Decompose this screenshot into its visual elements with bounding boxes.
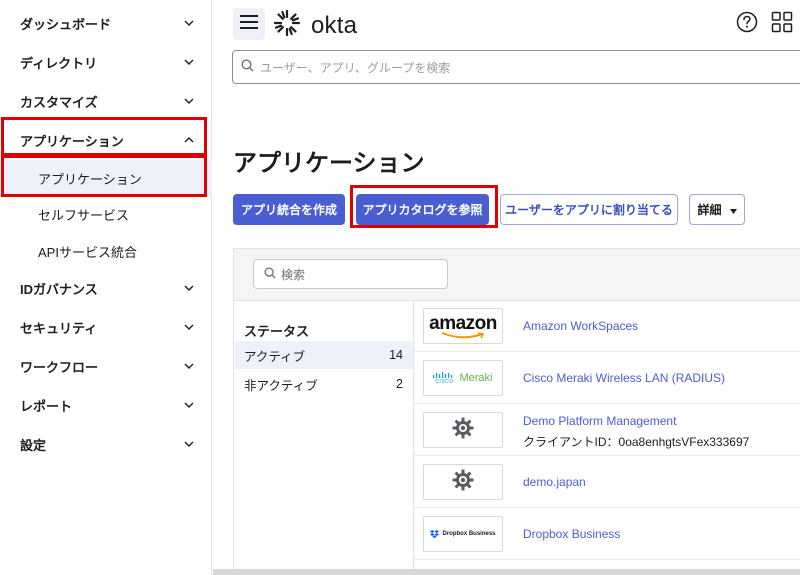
apps-grid-icon	[771, 11, 793, 38]
nav-label: ディレクトリ	[20, 55, 98, 71]
app-name-link[interactable]: Demo Platform Management	[523, 414, 676, 428]
button-label: アプリ統合を作成	[240, 203, 337, 217]
menu-icon	[240, 14, 258, 34]
chevron-up-icon	[184, 135, 194, 145]
filter-heading: ステータス	[244, 324, 310, 339]
app-search-input[interactable]: 検索	[253, 259, 448, 289]
nav-item-customize[interactable]: カスタマイズ	[0, 82, 212, 120]
okta-sunburst-icon	[273, 9, 301, 42]
subnav-label: APIサービス統合	[38, 244, 137, 260]
nav-label: ダッシュボード	[20, 16, 112, 32]
global-search-input[interactable]: ユーザー、アプリ、グループを検索	[232, 50, 800, 84]
dropbox-wordmark: Dropbox Business	[442, 531, 496, 537]
brand-name: okta	[311, 11, 358, 39]
dropbox-icon	[430, 530, 440, 538]
nav-label: 設定	[20, 437, 47, 453]
more-dropdown-button[interactable]: 詳細	[689, 194, 745, 225]
dropbox-business-logo[interactable]: Dropbox Business	[423, 516, 503, 552]
filter-label: 非アクティブ	[244, 378, 318, 393]
nav-label: アプリケーション	[20, 133, 124, 149]
nav-item-workflow[interactable]: ワークフロー	[0, 347, 212, 385]
apps-grid-button[interactable]	[770, 11, 794, 38]
subnav-item-applications[interactable]: アプリケーション	[0, 160, 212, 196]
filter-count: 2	[396, 377, 403, 391]
button-label: アプリカタログを参照	[362, 203, 483, 217]
chevron-down-icon	[184, 57, 194, 67]
chevron-down-icon	[184, 18, 194, 28]
nav-item-settings[interactable]: 設定	[0, 425, 212, 463]
menu-button[interactable]	[233, 8, 265, 40]
search-icon	[241, 59, 254, 75]
nav-item-applications[interactable]: アプリケーション	[0, 121, 212, 159]
search-placeholder: 検索	[281, 267, 306, 282]
chevron-down-icon	[184, 400, 194, 410]
app-client-id: クライアントID：0oa8enhgtsVFex333697	[523, 435, 750, 449]
nav-label: カスタマイズ	[20, 94, 98, 110]
caret-down-icon	[729, 203, 737, 217]
nav-label: ワークフロー	[20, 359, 99, 375]
subnav-label: セルフサービス	[38, 207, 130, 223]
chevron-down-icon	[184, 439, 194, 449]
horizontal-scrollbar[interactable]	[213, 569, 800, 575]
button-label: ユーザーをアプリに割り当てる	[505, 203, 673, 217]
cisco-bars-icon	[433, 371, 453, 378]
cisco-wordmark: CISCO	[435, 378, 454, 385]
app-name-link[interactable]: Cisco Meraki Wireless LAN (RADIUS)	[523, 371, 725, 385]
chevron-down-icon	[184, 283, 194, 293]
chevron-down-icon	[184, 361, 194, 371]
nav-item-directory[interactable]: ディレクトリ	[0, 43, 212, 81]
app-name-link[interactable]: demo.japan	[523, 475, 586, 489]
nav-label: セキュリティ	[20, 320, 98, 336]
okta-logo[interactable]: okta	[273, 9, 357, 42]
sidebar: ダッシュボード ディレクトリ カスタマイズ アプリケーション アプリケーション …	[0, 0, 212, 575]
subnav-label: アプリケーション	[38, 171, 142, 187]
app-row-amazon-workspaces: amazon Amazon WorkSpaces	[415, 300, 800, 352]
filter-label: アクティブ	[244, 349, 306, 364]
subnav-item-self-service[interactable]: セルフサービス	[0, 196, 212, 232]
nav-item-reports[interactable]: レポート	[0, 386, 212, 424]
page-title: アプリケーション	[233, 150, 425, 177]
subnav-item-api-service[interactable]: APIサービス統合	[0, 233, 212, 269]
button-label: 詳細	[697, 203, 722, 217]
search-placeholder: ユーザー、アプリ、グループを検索	[260, 60, 451, 75]
app-row-demo-japan: demo.japan	[415, 456, 800, 508]
gear-icon	[452, 469, 474, 496]
help-button[interactable]	[735, 11, 759, 38]
nav-item-dashboard[interactable]: ダッシュボード	[0, 4, 212, 42]
nav-label: レポート	[20, 398, 73, 414]
amazon-logo[interactable]: amazon	[423, 308, 503, 344]
nav-label: IDガバナンス	[20, 281, 98, 297]
app-row-cisco-meraki: CISCO Meraki Cisco Meraki Wireless LAN (…	[415, 352, 800, 404]
app-logo-placeholder[interactable]	[423, 412, 503, 448]
chevron-down-icon	[184, 96, 194, 106]
browse-app-catalog-button[interactable]: アプリカタログを参照	[356, 194, 489, 225]
app-row-dropbox-business: Dropbox Business Dropbox Business	[415, 508, 800, 560]
filter-active[interactable]: アクティブ 14	[235, 341, 413, 369]
app-logo-placeholder[interactable]	[423, 464, 503, 500]
cisco-meraki-logo[interactable]: CISCO Meraki	[423, 360, 503, 396]
create-app-integration-button[interactable]: アプリ統合を作成	[233, 194, 345, 225]
assign-users-to-app-button[interactable]: ユーザーをアプリに割り当てる	[500, 194, 678, 225]
search-icon	[264, 266, 276, 282]
chevron-down-icon	[184, 322, 194, 332]
nav-item-identity-governance[interactable]: IDガバナンス	[0, 269, 212, 307]
amazon-wordmark: amazon	[429, 312, 497, 334]
app-name-link[interactable]: Amazon WorkSpaces	[523, 319, 638, 333]
amazon-smile-icon	[441, 331, 485, 338]
filter-inactive[interactable]: 非アクティブ 2	[235, 370, 413, 398]
meraki-wordmark: Meraki	[459, 372, 493, 384]
gear-icon	[452, 417, 474, 444]
nav-item-security[interactable]: セキュリティ	[0, 308, 212, 346]
help-icon	[736, 11, 758, 38]
app-row-demo-platform-management: Demo Platform Management クライアントID：0oa8en…	[415, 404, 800, 456]
filter-count: 14	[389, 348, 403, 362]
app-name-link[interactable]: Dropbox Business	[523, 527, 620, 541]
